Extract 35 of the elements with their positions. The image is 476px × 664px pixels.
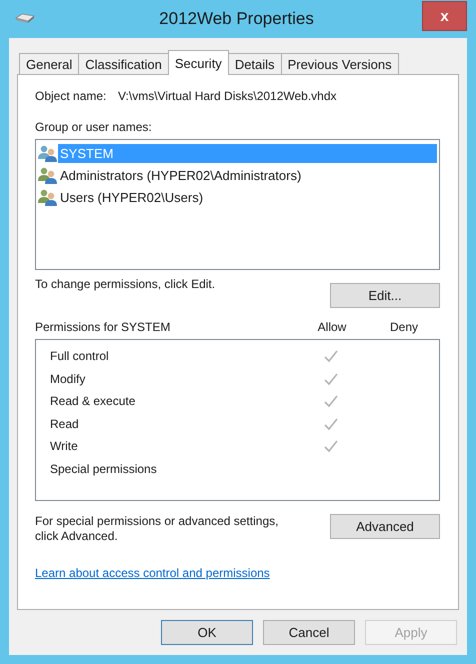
tab[interactable]: General [19,53,80,74]
users-icon [38,166,58,184]
group-list-item[interactable]: Users (HYPER02\Users) [58,188,437,206]
advanced-hint: For special permissions or advanced settings, click Advanced. [35,514,280,544]
users-icon [38,188,58,206]
permission-name: Write [50,439,79,454]
group-list-item[interactable]: Administrators (HYPER02\Administrators) [58,166,437,184]
tab[interactable]: Previous Versions [280,53,399,74]
users-icon [38,144,58,162]
check-icon [323,394,339,408]
check-icon [323,439,339,454]
deny-header: Deny [388,320,419,334]
window-title: 2012Web Properties [158,9,315,29]
check-icon [323,349,339,364]
object-name-label: Object name: [35,89,108,103]
permission-name: Special permissions [50,462,158,476]
allow-header: Allow [316,320,348,334]
group-list-label: Group or user names: [35,120,153,134]
advanced-button[interactable]: Advanced [330,514,440,539]
permissions-title: Permissions for SYSTEM [35,320,172,334]
dialog-button[interactable]: OK [161,620,253,645]
permission-name: Read & execute [50,394,136,408]
permission-name: Full control [50,349,110,364]
edit-button[interactable]: Edit... [330,283,440,308]
drive-icon [14,13,36,25]
tab[interactable]: Security [168,50,229,75]
edit-hint: To change permissions, click Edit. [35,277,216,291]
check-icon [323,416,339,431]
permission-name: Read [50,416,80,431]
object-name-value: V:\vms\Virtual Hard Disks\2012Web.vhdx [118,89,337,103]
dialog-button[interactable]: Cancel [263,620,355,645]
permission-name: Modify [50,372,86,386]
close-button[interactable]: x [422,1,467,31]
help-link[interactable]: Learn about access control and permissions [35,566,270,580]
check-icon [323,372,339,386]
